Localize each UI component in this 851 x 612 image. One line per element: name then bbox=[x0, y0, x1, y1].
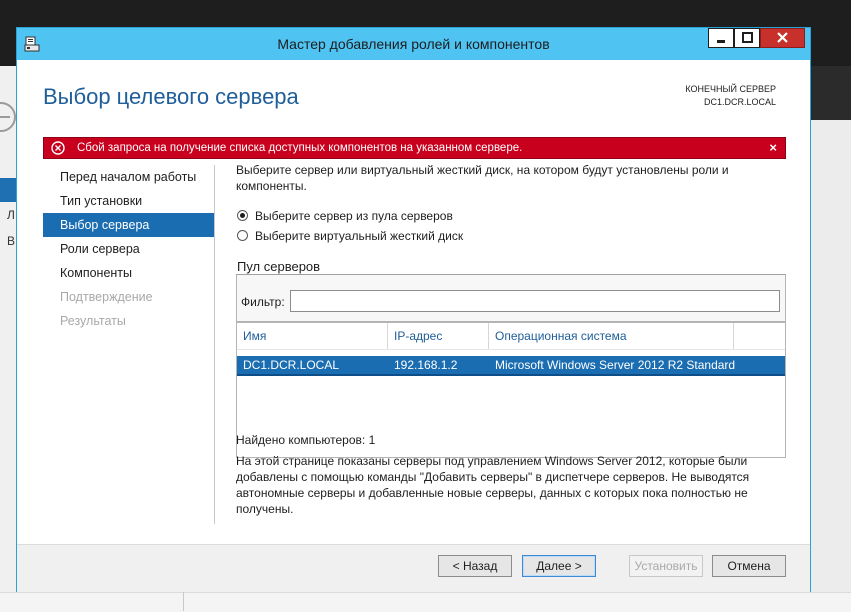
nav-item-server-roles[interactable]: Роли сервера bbox=[43, 237, 214, 261]
error-close-button[interactable]: × bbox=[769, 138, 777, 158]
option-virtual-disk-label: Выберите виртуальный жесткий диск bbox=[255, 229, 464, 243]
server-manager-right-top bbox=[811, 66, 851, 120]
window-title: Мастер добавления ролей и компонентов bbox=[277, 36, 550, 52]
maximize-icon bbox=[742, 32, 753, 43]
server-manager-left-edge bbox=[0, 66, 16, 611]
computers-found-count: Найдено компьютеров: 1 bbox=[236, 433, 376, 447]
server-manager-right-panel bbox=[811, 120, 851, 611]
nav-item-features[interactable]: Компоненты bbox=[43, 261, 214, 285]
cancel-button[interactable]: Отмена bbox=[712, 555, 786, 577]
column-header-ip[interactable]: IP-адрес bbox=[388, 323, 488, 349]
server-manager-selected-item bbox=[0, 178, 16, 202]
cell-server-name: DC1.DCR.LOCAL bbox=[243, 358, 340, 372]
error-notification-bar: Сбой запроса на получение списка доступн… bbox=[43, 137, 786, 159]
nav-item-server-selection[interactable]: Выбор сервера bbox=[43, 213, 214, 237]
table-row[interactable]: DC1.DCR.LOCAL 192.168.1.2 Microsoft Wind… bbox=[237, 356, 785, 376]
cell-operating-system: Microsoft Windows Server 2012 R2 Standar… bbox=[495, 358, 736, 372]
server-pool-heading: Пул серверов bbox=[237, 259, 321, 274]
column-header-os[interactable]: Операционная система bbox=[489, 323, 733, 349]
close-button[interactable] bbox=[760, 28, 805, 48]
add-roles-wizard-window: Мастер добавления ролей и компонентов Вы… bbox=[16, 27, 811, 592]
next-button[interactable]: Далее > bbox=[522, 555, 596, 577]
server-list-header: Имя IP-адрес Операционная система bbox=[237, 323, 785, 349]
wizard-navigation: Перед началом работы Тип установки Выбор… bbox=[43, 165, 214, 333]
install-button: Установить bbox=[629, 555, 703, 577]
header-divider bbox=[237, 349, 785, 350]
column-separator[interactable] bbox=[733, 323, 734, 349]
server-pool-info: На этой странице показаны серверы под уп… bbox=[236, 454, 750, 516]
error-icon bbox=[51, 141, 65, 155]
maximize-button[interactable] bbox=[734, 28, 760, 48]
nav-item-installation-type[interactable]: Тип установки bbox=[43, 189, 214, 213]
radio-virtual-disk[interactable] bbox=[237, 230, 248, 241]
error-message: Сбой запроса на получение списка доступн… bbox=[77, 142, 523, 154]
radio-server-pool[interactable] bbox=[237, 210, 248, 221]
page-description: Выберите сервер или виртуальный жесткий … bbox=[236, 163, 729, 193]
server-manager-bottom-edge bbox=[0, 592, 851, 612]
minimize-icon bbox=[717, 40, 725, 43]
minimize-button[interactable] bbox=[708, 28, 734, 48]
back-arrow-icon-bar bbox=[0, 116, 10, 118]
option-virtual-disk[interactable]: Выберите виртуальный жесткий диск bbox=[237, 228, 463, 244]
destination-server-name: DC1.DCR.LOCAL bbox=[703, 97, 776, 107]
filter-label: Фильтр: bbox=[241, 295, 285, 309]
page-title: Выбор целевого сервера bbox=[43, 84, 299, 109]
nav-divider bbox=[214, 165, 215, 524]
column-header-name[interactable]: Имя bbox=[237, 323, 387, 349]
title-bar[interactable]: Мастер добавления ролей и компонентов bbox=[17, 28, 810, 60]
wizard-footer: < Назад Далее > Установить Отмена bbox=[17, 544, 810, 592]
back-button[interactable]: < Назад bbox=[438, 555, 512, 577]
filter-input[interactable] bbox=[290, 290, 780, 312]
nav-item-results: Результаты bbox=[60, 314, 126, 328]
nav-item-before-you-begin[interactable]: Перед началом работы bbox=[43, 165, 214, 189]
destination-server-label: КОНЕЧНЫЙ СЕРВЕР bbox=[685, 84, 776, 94]
server-manager-bottom-divider bbox=[183, 592, 184, 611]
nav-item-confirmation: Подтверждение bbox=[60, 290, 153, 304]
cell-ip-address: 192.168.1.2 bbox=[394, 358, 458, 372]
close-icon bbox=[777, 32, 788, 43]
option-server-pool-label: Выберите сервер из пула серверов bbox=[255, 209, 453, 223]
server-pool-divider bbox=[236, 274, 786, 275]
option-server-pool[interactable]: Выберите сервер из пула серверов bbox=[237, 208, 453, 224]
